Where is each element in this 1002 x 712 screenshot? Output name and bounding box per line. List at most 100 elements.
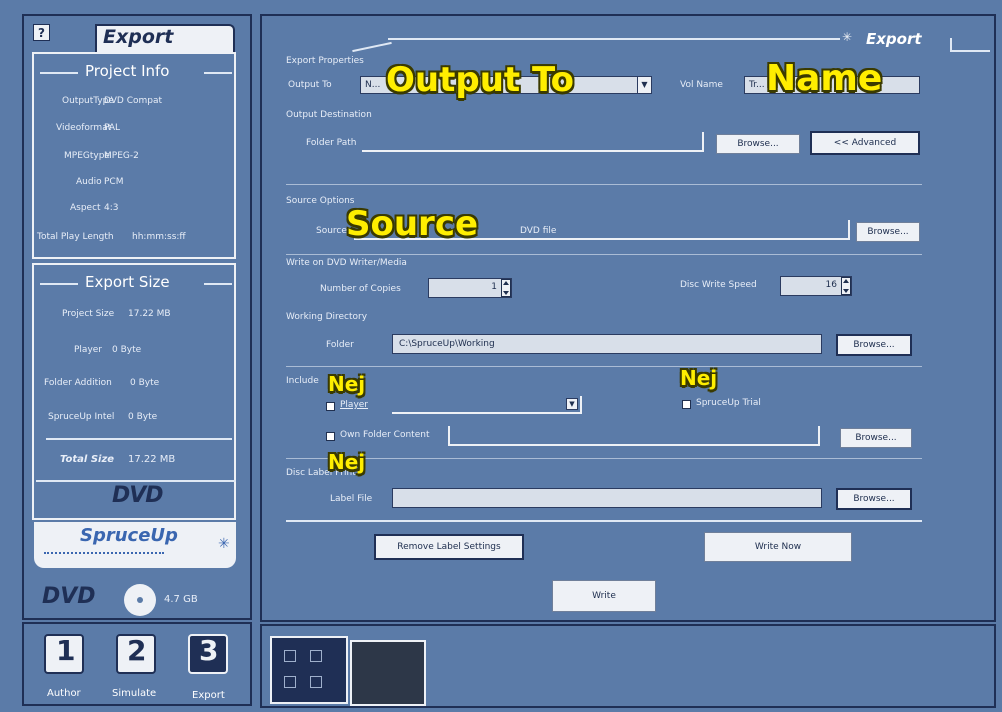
output-to-label: Output To [288,80,332,90]
info-value-videoformat: PAL [104,123,121,133]
divider-5 [286,520,922,522]
folder-content-input[interactable] [448,426,820,446]
spruceup-trial-checkbox[interactable] [682,400,691,409]
divider-2 [286,254,922,255]
sidebar-export-title: Export [103,26,174,48]
working-folder-value: C:\SpruceUp\Working [399,339,495,349]
info-label-audio: Audio [76,177,102,187]
project-info-rule-right [204,72,232,74]
overlay-nej-3: Nej [328,450,366,474]
speed-spinner[interactable] [841,277,851,295]
source-hint: DVD file [520,226,557,236]
copies-label: Number of Copies [320,284,401,294]
simulate-label[interactable]: Simulate [112,688,156,699]
advanced-button[interactable]: << Advanced [810,131,920,155]
main-tab-title: Export [866,30,922,48]
remove-label-settings-button[interactable]: Remove Label Settings [374,534,524,560]
write-now-button[interactable]: Write Now [704,532,852,562]
export-label[interactable]: Export [192,690,225,701]
write-button[interactable]: Write [552,580,656,612]
export-size-rule-right [204,283,232,285]
folder-content-browse-button[interactable]: Browse... [840,428,912,448]
player-checkbox[interactable] [326,402,335,411]
size-value-spruceup: 0 Byte [128,412,158,422]
main-tab-line [388,38,840,40]
size-label-folder: Folder Addition [44,378,112,388]
export-size-title: Export Size [85,273,170,291]
size-label-project: Project Size [62,309,115,319]
info-value-playlength: hh:mm:ss:ff [132,232,186,242]
info-value-audio: PCM [104,177,124,187]
speed-input[interactable]: 16 [780,276,852,296]
output-browse-button[interactable]: Browse... [716,134,800,154]
logo-divider [36,480,236,482]
label-file-input[interactable] [392,488,822,508]
divider-4 [286,458,922,459]
spruceup-dots [44,552,164,554]
include-section: Include [286,376,319,386]
export-step-number: 3 [199,634,219,667]
chevron-down-icon[interactable]: ▼ [637,77,651,93]
source-options-section: Source Options [286,196,355,206]
speed-label: Disc Write Speed [680,280,757,290]
working-directory-section: Working Directory [286,312,368,322]
size-label-player: Player [74,345,103,355]
info-value-aspect: 4:3 [104,203,119,213]
folder-content-checkbox[interactable] [326,432,335,441]
disc-dvd-logo: DVD [42,584,96,609]
speed-value: 16 [825,280,837,290]
info-value-outputtype: DVD Compat [104,96,163,106]
overlay-nej-1: Nej [328,372,366,396]
sparkle-icon: ✳ [218,536,230,552]
vol-name-value: Tr... [749,80,765,90]
main-tab-sparkle-icon: ✳ [842,30,853,44]
author-step-number: 1 [56,634,76,667]
overlay-name: Name [766,58,883,99]
folder-path-label: Folder Path [306,138,357,148]
overlay-source: Source [346,204,479,244]
spruceup-trial-label[interactable]: SpruceUp Trial [696,398,761,408]
disc-size: 4.7 GB [164,594,198,605]
size-value-project: 17.22 MB [128,309,171,319]
player-chevron-down-icon[interactable]: ▼ [566,398,578,410]
source-browse-button[interactable]: Browse... [856,222,920,242]
copies-input[interactable]: 1 [428,278,512,298]
thumb-cell-1 [284,650,296,662]
preview-thumb-grid-icon[interactable] [270,636,348,704]
thumb-cell-2 [310,650,322,662]
player-label[interactable]: Player [340,400,368,410]
source-field-label: Source [316,226,347,236]
working-folder-label: Folder [326,340,354,350]
info-label-videoformat: Videoformat [56,123,112,133]
copies-spinner[interactable] [501,279,511,297]
output-to-value: N... [365,80,381,90]
folder-path-input[interactable] [362,132,704,152]
output-destination-section: Output Destination [286,110,372,120]
main-tab-right-line [950,50,990,52]
working-browse-button[interactable]: Browse... [836,334,912,356]
preview-dark-thumb[interactable] [350,640,426,706]
label-browse-button[interactable]: Browse... [836,488,912,510]
size-value-player: 0 Byte [112,345,142,355]
vol-name-label: Vol Name [680,80,723,90]
help-icon[interactable]: ? [33,24,50,41]
simulate-step-number: 2 [127,634,147,667]
folder-content-label[interactable]: Own Folder Content [340,430,429,440]
thumb-cell-3 [284,676,296,688]
write-options-section: Write on DVD Writer/Media [286,258,407,268]
author-label[interactable]: Author [47,688,81,699]
main-panel [260,14,996,622]
thumb-cell-4 [310,676,322,688]
project-info-rule-left [40,72,78,74]
info-label-playlength: Total Play Length [37,232,114,242]
disc-hole [137,597,143,603]
player-select[interactable]: ▼ [392,396,582,414]
total-size-label: Total Size [60,454,115,465]
divider-1 [286,184,922,185]
working-folder-input[interactable]: C:\SpruceUp\Working [392,334,822,354]
overlay-nej-2: Nej [680,366,718,390]
copies-value: 1 [491,282,497,292]
total-size-value: 17.22 MB [128,454,176,465]
project-info-title: Project Info [85,62,170,80]
export-properties-section: Export Properties [286,56,364,66]
